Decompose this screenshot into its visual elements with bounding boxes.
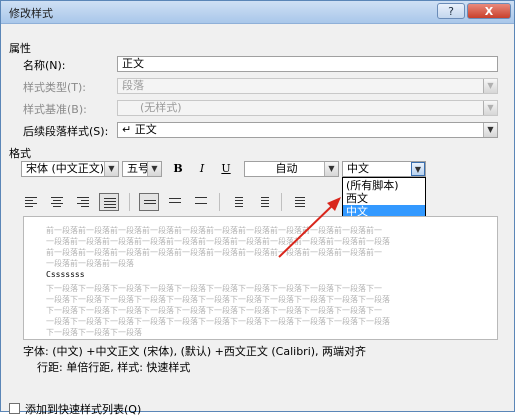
one-half-spacing-icon: [169, 198, 181, 205]
paragraph-return-icon: ↵: [122, 123, 132, 136]
chevron-down-icon[interactable]: ▼: [104, 162, 118, 176]
align-center-icon: [51, 197, 63, 209]
preview-next-line: 下一段落下一段落下一段落: [46, 328, 142, 337]
chevron-down-icon: ▼: [483, 101, 497, 115]
modify-style-dialog: 修改样式 ? X 属性 名称(N): 正文 样式类型(T): 段落 ▼ 样式基准…: [0, 0, 515, 416]
font-select[interactable]: 宋体 (中文正文) ▼: [21, 161, 119, 177]
align-right-button[interactable]: [73, 193, 93, 211]
preview-previous-line: 一段落前一段落前一段落: [46, 259, 134, 268]
style-based-on-select: (无样式) ▼: [117, 100, 498, 116]
align-right-icon: [77, 197, 89, 209]
toolbar-divider: [219, 193, 220, 211]
double-spacing-icon: [195, 197, 207, 206]
decrease-paragraph-spacing-button[interactable]: [253, 193, 273, 211]
double-spacing-button[interactable]: [191, 193, 211, 211]
format-section-label: 格式: [9, 147, 31, 160]
style-type-label: 样式类型(T):: [23, 81, 87, 94]
style-description: 字体: (中文) +中文正文 (宋体), (默认) +西文正文 (Calibri…: [23, 343, 366, 375]
add-to-quick-styles-label: 添加到快速样式列表(Q): [25, 403, 142, 416]
close-button[interactable]: X: [467, 3, 511, 19]
script-option-all[interactable]: (所有脚本): [343, 179, 425, 192]
script-dropdown-list[interactable]: (所有脚本) 西文 中文: [342, 177, 426, 221]
align-center-button[interactable]: [47, 193, 67, 211]
increase-paragraph-spacing-button[interactable]: [227, 193, 247, 211]
italic-button[interactable]: I: [193, 160, 211, 178]
preview-next-line: 一段落下一段落下一段落下一段落下一段落下一段落下一段落下一段落下一段落下一段落下…: [46, 295, 390, 304]
name-input[interactable]: 正文: [117, 56, 498, 72]
annotation-arrow: [278, 197, 341, 258]
font-size-value: 五号: [127, 162, 149, 175]
font-color-select[interactable]: 自动 ▼: [244, 161, 339, 177]
preview-next-line: 一段落下一段落下一段落下一段落下一段落下一段落下一段落下一段落下一段落下一段落下…: [46, 317, 390, 326]
following-style-label: 后续段落样式(S):: [23, 125, 109, 138]
align-left-button[interactable]: [21, 193, 41, 211]
script-value: 中文: [347, 162, 369, 175]
preview-next-line: 下一段落下一段落下一段落下一段落下一段落下一段落下一段落下一段落下一段落下一段落…: [46, 306, 382, 315]
underline-button[interactable]: U: [217, 160, 235, 178]
add-to-quick-styles-checkbox[interactable]: [9, 403, 20, 414]
chevron-down-icon[interactable]: ▼: [483, 123, 497, 137]
chevron-down-icon[interactable]: ▼: [324, 162, 338, 176]
chevron-down-icon[interactable]: ▼: [147, 162, 161, 176]
one-half-spacing-button[interactable]: [165, 193, 185, 211]
increase-spacing-icon: [235, 197, 247, 209]
preview-sample-text: Csssssss: [46, 270, 85, 279]
description-line-2: 行距: 单倍行距, 样式: 快速样式: [37, 361, 191, 374]
justify-button[interactable]: [99, 193, 119, 211]
script-option-western[interactable]: 西文: [343, 192, 425, 205]
single-spacing-button[interactable]: [139, 193, 159, 211]
preview-next-line: 下一段落下一段落下一段落下一段落下一段落下一段落下一段落下一段落下一段落下一段落…: [46, 284, 382, 293]
following-style-value: 正文: [134, 123, 157, 136]
font-size-select[interactable]: 五号 ▼: [122, 161, 162, 177]
style-type-value: 段落: [122, 79, 144, 92]
style-preview: 前一段落前一段落前一段落前一段落前一段落前一段落前一段落前一段落前一段落前一段落…: [23, 216, 498, 340]
properties-section-label: 属性: [9, 42, 31, 55]
align-left-icon: [25, 197, 37, 209]
script-select[interactable]: 中文 ▼: [342, 161, 426, 177]
style-based-on-value: (无样式): [140, 101, 182, 114]
font-color-value: 自动: [275, 162, 298, 175]
dialog-title: 修改样式: [9, 7, 53, 20]
title-bar[interactable]: 修改样式 ? X: [1, 1, 514, 24]
help-button[interactable]: ?: [437, 3, 465, 19]
chevron-down-icon: ▼: [483, 79, 497, 93]
font-value: 宋体 (中文正文): [26, 162, 105, 175]
justify-icon: [104, 198, 116, 210]
bold-button[interactable]: B: [169, 160, 187, 178]
name-label: 名称(N):: [23, 59, 66, 72]
single-spacing-icon: [144, 200, 156, 206]
toolbar-divider: [129, 193, 130, 211]
following-style-select[interactable]: ↵ 正文 ▼: [117, 122, 498, 138]
style-type-select: 段落 ▼: [117, 78, 498, 94]
style-based-on-label: 样式基准(B):: [23, 103, 87, 116]
chevron-down-icon[interactable]: ▼: [411, 162, 425, 176]
description-line-1: 字体: (中文) +中文正文 (宋体), (默认) +西文正文 (Calibri…: [23, 345, 367, 358]
